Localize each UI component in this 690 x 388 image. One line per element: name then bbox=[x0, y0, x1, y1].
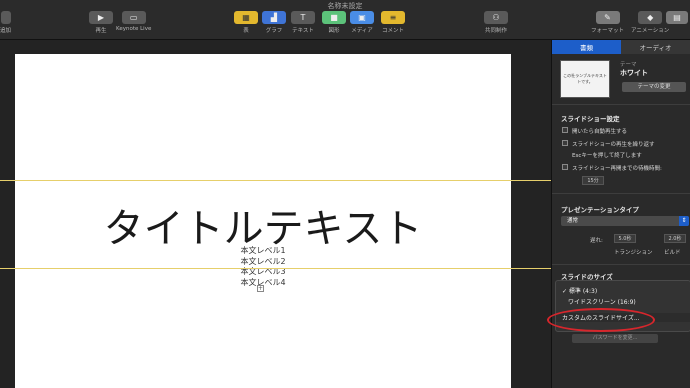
inspector-tabs: 書類 オーディオ bbox=[552, 40, 690, 54]
select-arrow-icon: ⇕ bbox=[679, 216, 689, 226]
format-label: フォーマット bbox=[591, 28, 625, 34]
window-title: 名称未設定 bbox=[327, 2, 363, 10]
esc-note: Escキーを押して終了します bbox=[572, 153, 642, 159]
chart-label: グラフ bbox=[265, 28, 283, 34]
loop-checkbox[interactable]: スライドショーの再生を繰り返す Escキーを押して終了します bbox=[562, 140, 655, 159]
body-line: 本文レベル1 bbox=[240, 246, 286, 255]
autoplay-label: 開いたら自動再生する bbox=[572, 129, 628, 135]
slide[interactable]: タイトルテキスト 本文レベル1 本文レベル2 本文レベル3 本文レベル4 + bbox=[15, 54, 511, 388]
presentation-type-select[interactable]: 通常 ⇕ bbox=[561, 216, 689, 226]
presentation-type-title: プレゼンテーションタイプ bbox=[561, 206, 639, 214]
restart-label: スライドショー再開までの待機時間: bbox=[572, 166, 662, 172]
slide-canvas[interactable]: タイトルテキスト 本文レベル1 本文レベル2 本文レベル3 本文レベル4 + bbox=[0, 40, 551, 388]
chart-icon: ▟ bbox=[262, 11, 286, 24]
alignment-guide-top bbox=[0, 180, 551, 181]
theme-thumbnail: この社ランブルテキスト トです。 bbox=[560, 60, 610, 98]
divider bbox=[552, 264, 690, 265]
loop-label: スライドショーの再生を繰り返す bbox=[572, 142, 655, 148]
animate-label: アニメーション bbox=[631, 28, 670, 34]
add-label: 追加 bbox=[0, 28, 12, 34]
document-button[interactable]: ▤ bbox=[666, 11, 688, 24]
table-label: 表 bbox=[243, 28, 249, 34]
divider bbox=[552, 193, 690, 194]
theme-name: ホワイト bbox=[620, 69, 648, 77]
table-button[interactable]: ▦ 表 bbox=[234, 11, 258, 34]
checkbox-box bbox=[562, 140, 568, 146]
text-icon: T bbox=[291, 11, 315, 24]
keynote-live-button[interactable]: ▭ Keynote Live bbox=[116, 11, 151, 32]
theme-label: テーマ bbox=[620, 62, 637, 68]
add-button[interactable]: 追加 bbox=[0, 11, 11, 34]
alignment-guide-bottom bbox=[0, 268, 551, 269]
text-button[interactable]: T テキスト bbox=[291, 11, 315, 34]
divider bbox=[552, 104, 690, 105]
play-button[interactable]: ▶ 再生 bbox=[89, 11, 113, 34]
autoplay-checkbox[interactable]: 開いたら自動再生する bbox=[562, 127, 627, 135]
keynote-live-label: Keynote Live bbox=[116, 26, 152, 32]
slide-size-option-standard[interactable]: ✓ 標準 (4:3) bbox=[562, 286, 597, 295]
presentation-type-value: 通常 bbox=[567, 218, 579, 224]
resize-handle[interactable]: + bbox=[257, 285, 264, 292]
slide-body[interactable]: 本文レベル1 本文レベル2 本文レベル3 本文レベル4 bbox=[15, 246, 511, 288]
delay-label: 遅れ: bbox=[590, 238, 603, 244]
transition-stepper[interactable]: 5.0秒 bbox=[614, 234, 636, 243]
change-password-button[interactable]: パスワードを変更... bbox=[572, 334, 658, 343]
paintbrush-icon: ✎ bbox=[595, 11, 620, 24]
restart-checkbox[interactable]: スライドショー再開までの待機時間: bbox=[562, 164, 662, 172]
comment-label: コメント bbox=[381, 28, 404, 34]
chart-button[interactable]: ▟ グラフ bbox=[262, 11, 286, 34]
highlight-circle bbox=[547, 308, 655, 332]
tab-audio[interactable]: オーディオ bbox=[621, 40, 690, 54]
transition-label: トランジション bbox=[614, 250, 653, 256]
document-inspector: 書類 オーディオ この社ランブルテキスト トです。 テーマ ホワイト テーマの変… bbox=[547, 40, 690, 388]
toolbar: 名称未設定 追加 ▶ 再生 ▭ Keynote Live ▦ 表 ▟ グラフ T… bbox=[0, 0, 690, 40]
collaborate-label: 共同制作 bbox=[484, 28, 507, 34]
text-label: テキスト bbox=[292, 28, 314, 34]
body-line: 本文レベル2 bbox=[240, 256, 286, 266]
collaborate-icon: ⚇ bbox=[484, 11, 508, 24]
build-stepper[interactable]: 2.0秒 bbox=[664, 234, 686, 243]
comment-icon: ≡ bbox=[381, 11, 405, 24]
shape-icon: ■ bbox=[322, 11, 346, 24]
format-button[interactable]: ✎ フォーマット bbox=[591, 11, 624, 34]
add-icon bbox=[0, 11, 11, 24]
comment-button[interactable]: ≡ コメント bbox=[381, 11, 405, 34]
collaborate-button[interactable]: ⚇ 共同制作 bbox=[484, 11, 508, 34]
restart-stepper[interactable]: 15分 bbox=[582, 176, 604, 185]
tab-document[interactable]: 書類 bbox=[552, 40, 621, 54]
media-label: メディア bbox=[351, 28, 373, 34]
media-icon: ▣ bbox=[350, 11, 374, 24]
play-icon: ▶ bbox=[89, 11, 113, 24]
play-label: 再生 bbox=[95, 28, 107, 34]
slide-size-option-widescreen[interactable]: ワイドスクリーン (16:9) bbox=[568, 297, 636, 306]
media-button[interactable]: ▣ メディア bbox=[350, 11, 374, 34]
checkbox-box bbox=[562, 164, 568, 170]
change-theme-button[interactable]: テーマの変更 bbox=[622, 82, 686, 92]
theme-thumb-text: この社ランブルテキスト トです。 bbox=[563, 73, 607, 84]
keynote-live-icon: ▭ bbox=[121, 11, 146, 24]
checkbox-box bbox=[562, 127, 568, 133]
animate-icon: ◆ bbox=[638, 11, 663, 24]
table-icon: ▦ bbox=[234, 11, 258, 24]
animate-button[interactable]: ◆ アニメーション bbox=[631, 11, 669, 34]
shape-button[interactable]: ■ 図形 bbox=[322, 11, 346, 34]
build-label: ビルド bbox=[664, 250, 681, 256]
document-icon: ▤ bbox=[666, 11, 688, 24]
shape-label: 図形 bbox=[328, 28, 340, 34]
slideshow-settings-title: スライドショー設定 bbox=[561, 115, 620, 123]
